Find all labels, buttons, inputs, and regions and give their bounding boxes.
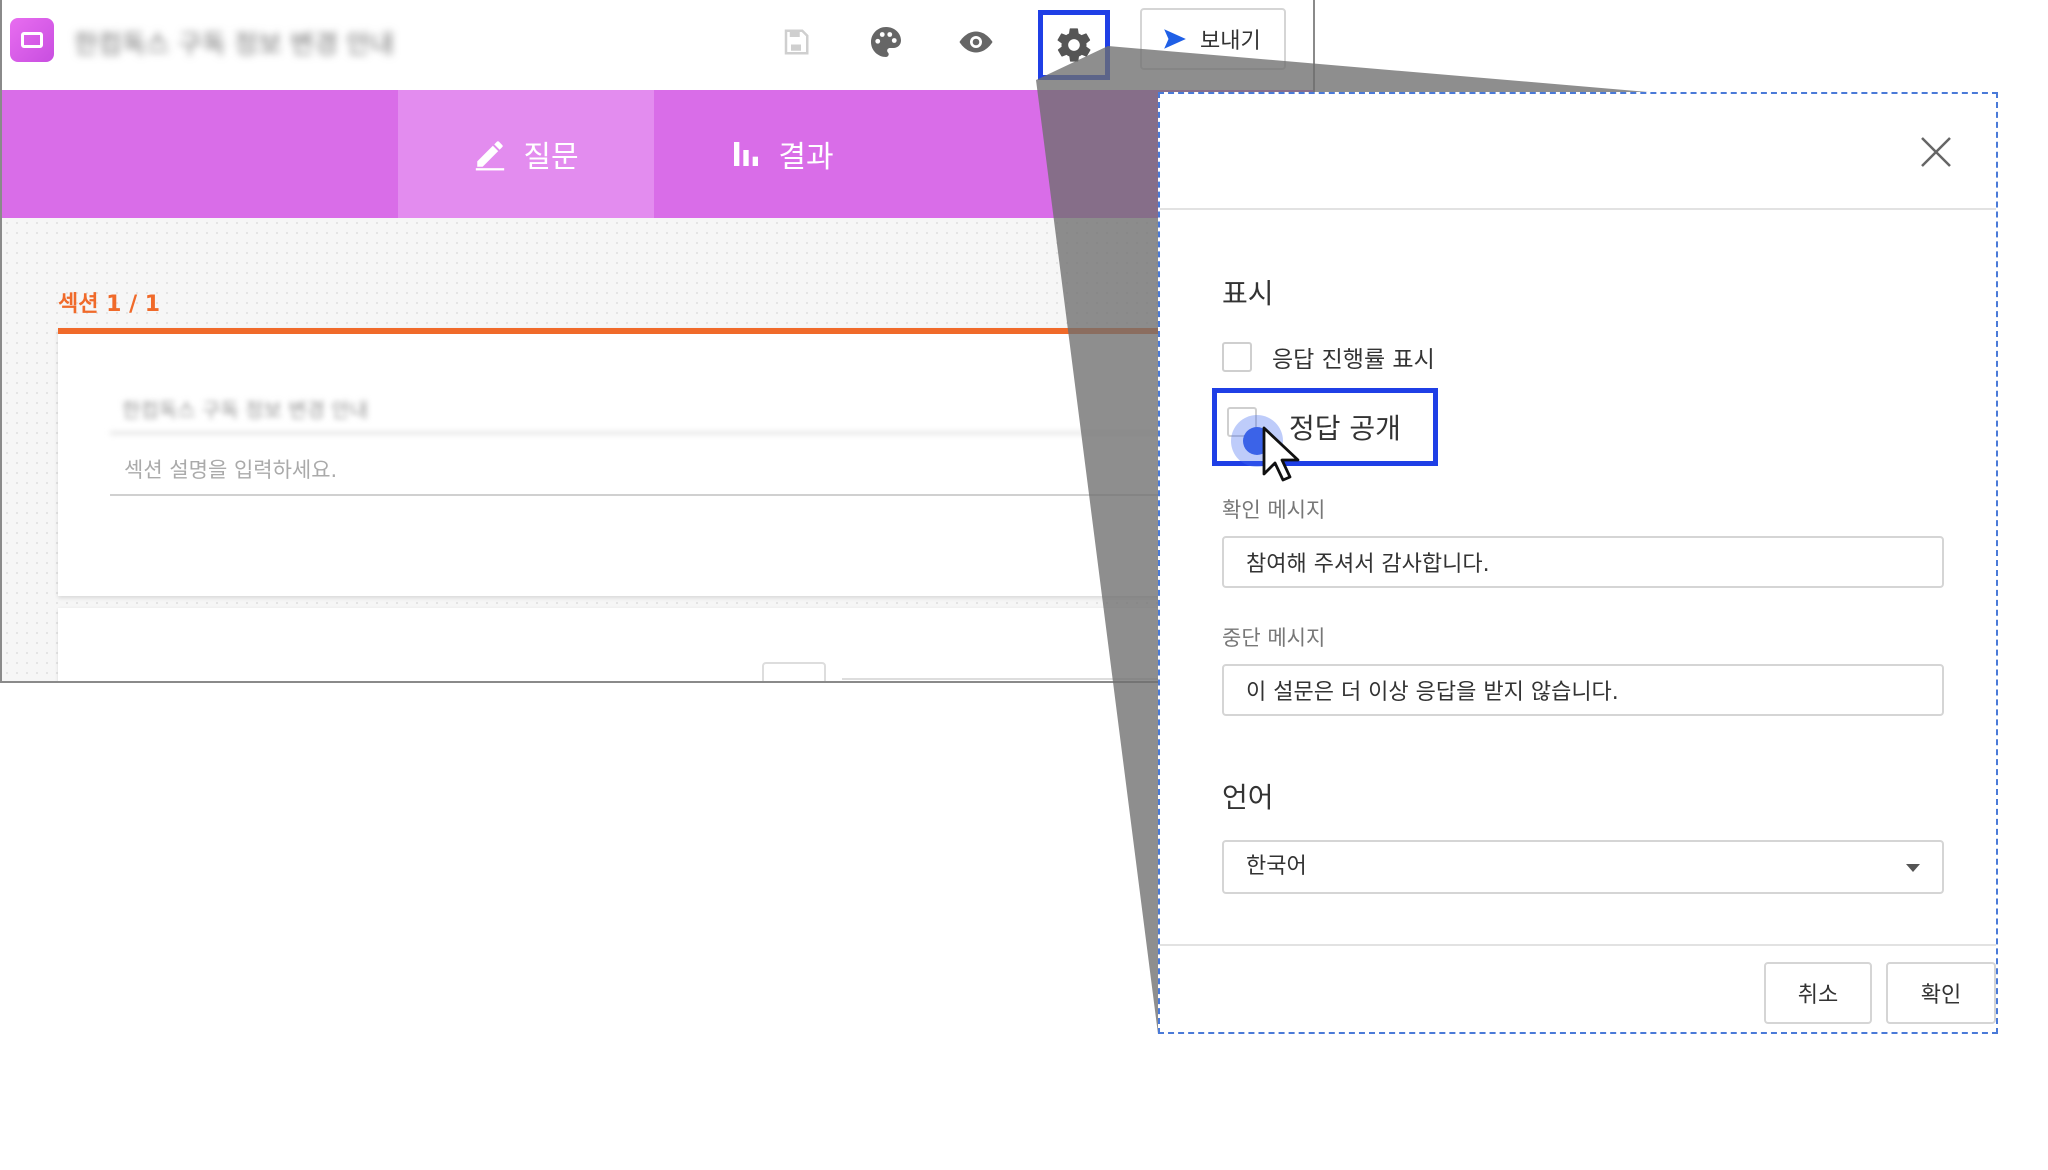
cancel-button[interactable]: 취소 <box>1764 962 1872 1024</box>
palette-icon[interactable] <box>860 16 912 68</box>
stop-message-input[interactable] <box>1222 664 1944 716</box>
dialog-header-divider <box>1160 208 1996 210</box>
settings-gear-icon <box>1057 28 1091 62</box>
settings-button-highlight[interactable] <box>1038 10 1110 80</box>
bar-chart-icon <box>734 142 759 166</box>
question-card <box>58 608 1313 681</box>
question-type-box[interactable] <box>762 662 826 681</box>
reveal-answers-highlight[interactable]: 정답 공개 <box>1212 388 1438 467</box>
send-arrow-icon <box>1164 29 1186 49</box>
section-title-value: 한컴독스 구독 정보 변경 안내 <box>122 398 369 422</box>
save-icon[interactable] <box>770 16 822 68</box>
language-select[interactable]: 한국어 <box>1222 840 1944 894</box>
close-icon[interactable] <box>1916 132 1956 172</box>
tab-result-label: 결과 <box>778 140 834 175</box>
section-description-field[interactable]: 섹션 설명을 입력하세요. <box>110 444 1270 496</box>
preview-eye-icon[interactable] <box>950 16 1002 68</box>
show-progress-row[interactable]: 응답 진행률 표시 <box>1222 340 1435 374</box>
show-progress-label: 응답 진행률 표시 <box>1272 347 1435 373</box>
section-card: 한컴독스 구독 정보 변경 안내 섹션 설명을 입력하세요. <box>58 328 1313 596</box>
show-progress-checkbox[interactable] <box>1222 342 1252 372</box>
app-window: 한컴독스 구독 정보 변경 안내 보내기 질문 결과 섹션 1 / 1 한컴독스… <box>0 0 1315 683</box>
tab-question-label: 질문 <box>523 140 579 175</box>
dialog-footer-divider <box>1160 944 1996 946</box>
form-canvas: 섹션 1 / 1 한컴독스 구독 정보 변경 안내 섹션 설명을 입력하세요. <box>2 218 1313 681</box>
document-title[interactable]: 한컴독스 구독 정보 변경 안내 <box>74 24 394 61</box>
stop-message-label: 중단 메시지 <box>1222 626 1326 650</box>
section-title-field[interactable]: 한컴독스 구독 정보 변경 안내 <box>110 382 1270 434</box>
app-topbar: 한컴독스 구독 정보 변경 안내 보내기 <box>2 0 1313 90</box>
tab-bar: 질문 결과 <box>2 90 1313 218</box>
section-label: 섹션 1 / 1 <box>58 292 161 317</box>
app-logo-icon <box>10 18 54 62</box>
tab-question[interactable]: 질문 <box>398 90 654 218</box>
send-button-label: 보내기 <box>1200 28 1261 53</box>
display-heading: 표시 <box>1222 277 1274 310</box>
ok-button[interactable]: 확인 <box>1886 962 1996 1024</box>
language-select-value: 한국어 <box>1246 854 1307 879</box>
tab-result[interactable]: 결과 <box>654 90 910 218</box>
send-button[interactable]: 보내기 <box>1140 8 1286 70</box>
language-heading: 언어 <box>1222 781 1274 814</box>
chevron-down-icon <box>1906 864 1920 872</box>
mouse-cursor-icon <box>1262 426 1300 482</box>
confirm-message-label: 확인 메시지 <box>1222 498 1326 522</box>
settings-dialog: 표시 응답 진행률 표시 정답 공개 확인 메시지 중단 메시지 언어 한국어 … <box>1158 92 1998 1034</box>
pencil-icon <box>476 141 505 171</box>
confirm-message-input[interactable] <box>1222 536 1944 588</box>
